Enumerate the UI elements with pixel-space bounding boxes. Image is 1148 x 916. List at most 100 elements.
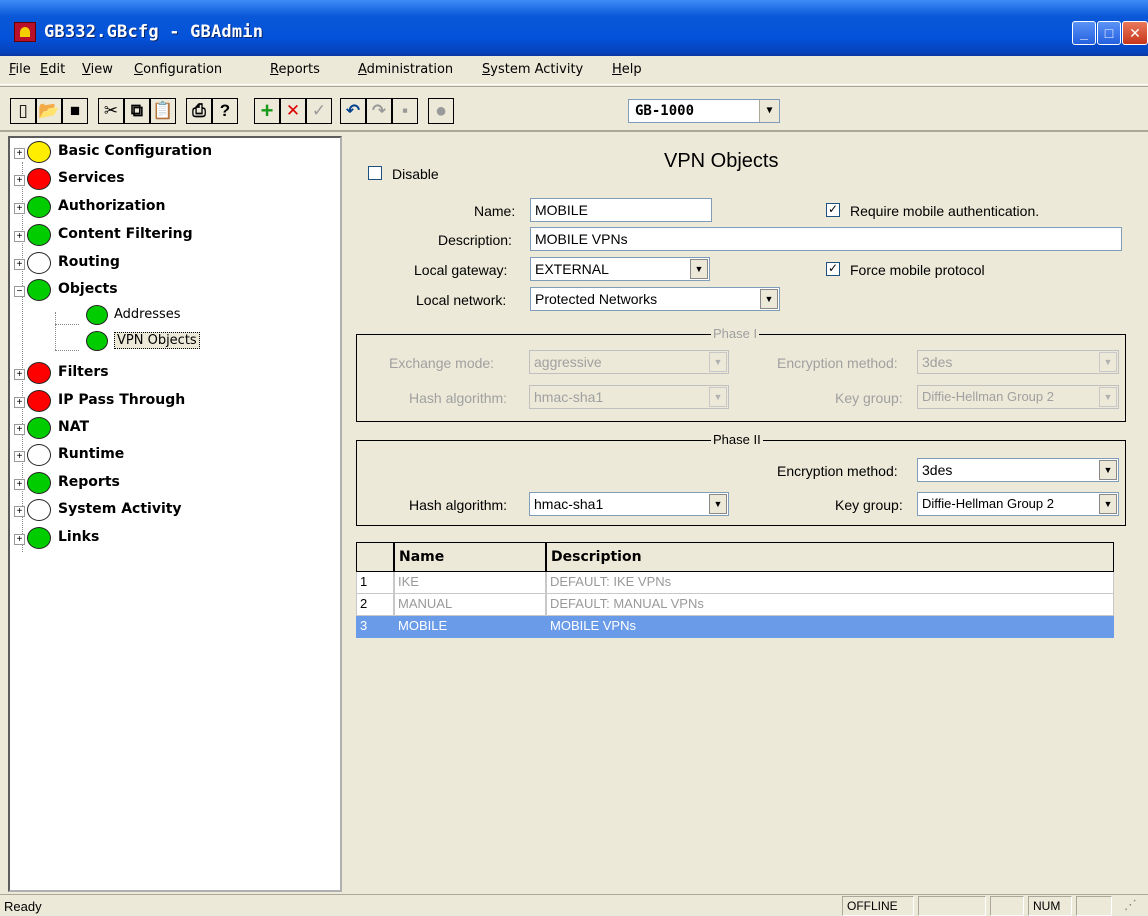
print-icon[interactable]: ⎙ (186, 98, 212, 124)
status-circle-icon (27, 472, 51, 494)
force-mobile-protocol-checkbox[interactable]: ✓ (826, 262, 840, 276)
expand-icon[interactable]: + (14, 203, 25, 214)
close-button[interactable]: ✕ (1122, 21, 1148, 45)
resize-grip-icon[interactable]: ⋰ (1124, 897, 1137, 913)
tree-item-ip-pass-through[interactable]: + IP Pass Through (14, 389, 334, 415)
phase2-encryption-label: Encryption method: (777, 463, 898, 479)
status-circle-icon (27, 141, 51, 163)
phase1-encryption-select[interactable]: 3des ▼ (917, 350, 1119, 374)
expand-icon[interactable]: + (14, 534, 25, 545)
local-network-select[interactable]: Protected Networks ▼ (530, 287, 780, 311)
expand-icon[interactable]: + (14, 231, 25, 242)
cut-icon[interactable]: ✂ (98, 98, 124, 124)
phase1-hash-value: hmac-sha1 (534, 389, 604, 405)
expand-icon[interactable]: + (14, 424, 25, 435)
exchange-mode-select[interactable]: aggressive ▼ (529, 350, 729, 374)
expand-icon[interactable]: + (14, 451, 25, 462)
device-select[interactable]: GB-1000 ▼ (628, 99, 780, 123)
status-circle-icon (27, 168, 51, 190)
collapse-icon[interactable]: − (14, 286, 25, 297)
expand-icon[interactable]: + (14, 479, 25, 490)
phase1-hash-select[interactable]: hmac-sha1 ▼ (529, 385, 729, 409)
tree-item-system-activity[interactable]: + System Activity (14, 498, 334, 524)
tree-item-nat[interactable]: + NAT (14, 416, 334, 442)
minimize-button[interactable]: _ (1072, 21, 1096, 45)
status-circle-icon (27, 444, 51, 466)
status-circle-icon (27, 527, 51, 549)
tree-item-runtime[interactable]: + Runtime (14, 443, 334, 469)
table-row[interactable]: 3 MOBILE MOBILE VPNs (356, 616, 1114, 638)
undo-icon[interactable]: ↶ (340, 98, 366, 124)
maximize-button[interactable]: □ (1097, 21, 1121, 45)
status-circle-icon (27, 417, 51, 439)
name-label: Name: (474, 203, 516, 219)
exchange-mode-label: Exchange mode: (389, 355, 495, 371)
menu-administration[interactable]: Administration (358, 62, 453, 77)
tree-item-objects[interactable]: − Objects (14, 278, 334, 304)
tree-item-content-filtering[interactable]: + Content Filtering (14, 223, 334, 249)
phase2-hash-value: hmac-sha1 (534, 496, 604, 512)
tree-item-reports[interactable]: + Reports (14, 471, 334, 497)
copy-icon[interactable]: ⧉ (124, 98, 150, 124)
menu-help[interactable]: Help (612, 62, 642, 77)
phase2-encryption-value: 3des (922, 462, 953, 478)
local-network-label: Local network: (416, 292, 507, 308)
tree-item-basic-configuration[interactable]: + Basic Configuration (14, 140, 334, 166)
phase2-encryption-select[interactable]: 3des ▼ (917, 458, 1119, 482)
require-mobile-auth-checkbox[interactable]: ✓ (826, 203, 840, 217)
tree-item-vpn-objects[interactable]: VPN Objects (14, 330, 334, 356)
menu-system-activity[interactable]: System Activity (482, 62, 583, 77)
table-row[interactable]: 2 MANUAL DEFAULT: MANUAL VPNs (356, 594, 1114, 616)
table-row[interactable]: 1 IKE DEFAULT: IKE VPNs (356, 572, 1114, 594)
new-icon[interactable]: ▯ (10, 98, 36, 124)
chevron-down-icon: ▼ (709, 352, 727, 372)
status-circle-icon (27, 279, 51, 301)
tree-item-services[interactable]: + Services (14, 167, 334, 193)
tree-item-label: Reports (58, 474, 120, 490)
tree-item-links[interactable]: + Links (14, 526, 334, 552)
add-icon[interactable]: + (254, 98, 280, 124)
status-pane-empty (918, 896, 986, 916)
chevron-down-icon: ▼ (760, 289, 778, 309)
paste-icon[interactable]: 📋 (150, 98, 176, 124)
expand-icon[interactable]: + (14, 369, 25, 380)
tree-item-addresses[interactable]: Addresses (14, 304, 334, 330)
chevron-down-icon: ▼ (709, 387, 727, 407)
phase2-hash-select[interactable]: hmac-sha1 ▼ (529, 492, 729, 516)
tree-item-filters[interactable]: + Filters (14, 361, 334, 387)
name-field[interactable]: MOBILE (530, 198, 712, 222)
save-all-icon[interactable]: ■ (62, 98, 88, 124)
menu-reports[interactable]: Reports (270, 62, 320, 77)
row-number: 2 (356, 594, 394, 616)
record-icon[interactable]: ● (428, 98, 454, 124)
chevron-down-icon: ▼ (1099, 494, 1117, 514)
tree-item-routing[interactable]: + Routing (14, 251, 334, 277)
disable-checkbox[interactable] (368, 166, 382, 180)
expand-icon[interactable]: + (14, 506, 25, 517)
check-icon[interactable]: ✓ (306, 98, 332, 124)
expand-icon[interactable]: + (14, 175, 25, 186)
column-header-name[interactable]: Name (394, 542, 546, 572)
expand-icon[interactable]: + (14, 259, 25, 270)
save-icon[interactable]: ▪ (392, 98, 418, 124)
delete-icon[interactable]: ✕ (280, 98, 306, 124)
menu-configuration[interactable]: Configuration (134, 62, 222, 77)
menu-edit[interactable]: Edit (40, 62, 65, 77)
local-gateway-select[interactable]: EXTERNAL ▼ (530, 257, 710, 281)
menu-view[interactable]: View (82, 62, 113, 77)
disable-label: Disable (392, 166, 439, 182)
column-header-description[interactable]: Description (546, 542, 1114, 572)
menu-file[interactable]: File (9, 62, 31, 77)
tree-item-label: System Activity (58, 501, 182, 517)
help-icon[interactable]: ? (212, 98, 238, 124)
toolbar: ▯ 📂 ■ ✂ ⧉ 📋 ⎙ ? + ✕ ✓ ↶ ↷ ▪ ● GB-1000 ▼ (0, 86, 1148, 132)
phase1-keygroup-select[interactable]: Diffie-Hellman Group 2 ▼ (917, 385, 1119, 409)
tree-item-authorization[interactable]: + Authorization (14, 195, 334, 221)
phase2-keygroup-select[interactable]: Diffie-Hellman Group 2 ▼ (917, 492, 1119, 516)
description-field[interactable]: MOBILE VPNs (530, 227, 1122, 251)
expand-icon[interactable]: + (14, 148, 25, 159)
expand-icon[interactable]: + (14, 397, 25, 408)
status-pane-empty (1076, 896, 1112, 916)
redo-icon[interactable]: ↷ (366, 98, 392, 124)
open-icon[interactable]: 📂 (36, 98, 62, 124)
